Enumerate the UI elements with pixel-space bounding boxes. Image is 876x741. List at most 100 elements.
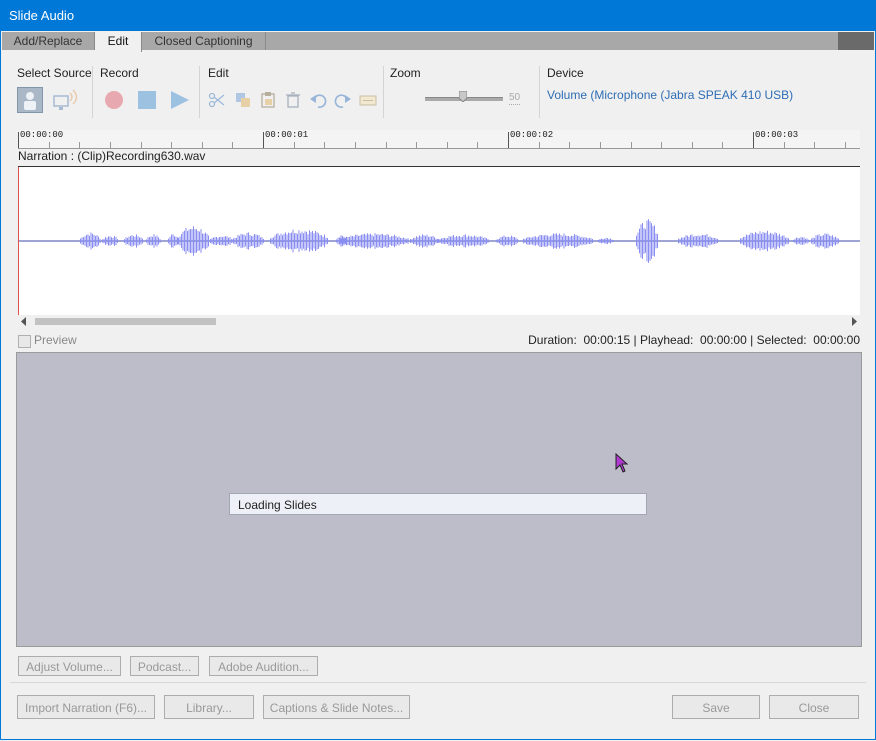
waveform-bar <box>95 235 96 247</box>
waveform-bar <box>337 237 339 245</box>
captions-slide-notes-button[interactable]: Captions & Slide Notes... <box>263 695 410 719</box>
tab-add-replace[interactable]: Add/Replace <box>2 32 95 50</box>
waveform-bar <box>310 232 312 250</box>
waveform-bar <box>688 236 690 246</box>
waveform-bar <box>155 236 156 246</box>
waveform-bar <box>562 236 563 246</box>
waveform-bar <box>472 236 474 246</box>
waveform-bar <box>420 236 422 246</box>
scroll-right-icon[interactable] <box>850 317 858 326</box>
title-bar: Slide Audio <box>0 0 876 31</box>
waveform-bar <box>117 239 118 243</box>
timeline-scrollbar[interactable] <box>18 316 860 327</box>
waveform-bar <box>836 237 838 245</box>
scrollbar-thumb[interactable] <box>35 318 216 325</box>
waveform-bar <box>613 240 614 242</box>
waveform-bar <box>679 238 681 244</box>
waveform-bar <box>242 234 243 248</box>
waveform-bar <box>474 235 475 247</box>
insert-silence-button[interactable] <box>359 91 377 109</box>
zoom-slider-thumb[interactable] <box>458 90 468 103</box>
ruler-tick <box>722 142 723 148</box>
scroll-left-icon[interactable] <box>20 317 28 326</box>
ruler-tick <box>263 132 264 148</box>
play-button[interactable] <box>169 90 191 110</box>
waveform-bar <box>124 239 125 243</box>
waveform-bar <box>568 236 569 246</box>
waveform-bar <box>374 233 376 249</box>
waveform-bar <box>394 234 395 248</box>
microphone-source-button[interactable] <box>17 87 43 113</box>
waveform-bar <box>717 239 718 243</box>
waveform-bar <box>484 237 486 245</box>
edit-label: Edit <box>208 66 229 80</box>
waveform-bar <box>758 234 759 248</box>
waveform-bar <box>783 235 785 247</box>
timeline-ruler[interactable]: 00:00:00 00:00:01 00:00:02 00:00:03 <box>18 130 860 149</box>
redo-button[interactable] <box>334 91 352 109</box>
waveform-bar <box>559 233 560 249</box>
waveform-bar <box>830 235 832 247</box>
waveform-bar <box>743 236 744 246</box>
podcast-button[interactable]: Podcast... <box>130 656 199 676</box>
waveform-bar <box>811 238 812 244</box>
waveform-bar <box>211 238 213 244</box>
duration-value: 00:00:15 <box>583 333 631 347</box>
tab-edit[interactable]: Edit <box>95 32 142 52</box>
window-title: Slide Audio <box>9 8 75 23</box>
ruler-tick <box>814 142 815 148</box>
waveform-bar <box>785 237 786 245</box>
library-button[interactable]: Library... <box>164 695 254 719</box>
record-button[interactable] <box>104 90 124 110</box>
waveform-bar <box>191 229 193 253</box>
waveform-bar <box>231 239 232 243</box>
waveform-bar <box>297 233 298 249</box>
ruler-tick <box>508 132 509 148</box>
waveform-bar <box>92 233 93 249</box>
waveform-bar <box>542 235 544 247</box>
system-audio-source-button[interactable] <box>51 87 79 113</box>
waveform-bar <box>137 236 139 246</box>
waveform-area[interactable] <box>18 166 860 315</box>
waveform-bar <box>159 238 161 244</box>
waveform-bar <box>499 238 500 244</box>
adjust-volume-button[interactable]: Adjust Volume... <box>18 656 121 676</box>
waveform-bar <box>700 235 702 247</box>
close-button[interactable]: Close <box>769 695 859 719</box>
waveform-bar <box>206 233 208 249</box>
waveform-bar <box>793 240 794 242</box>
waveform-bar <box>139 237 140 245</box>
save-button[interactable]: Save <box>672 695 760 719</box>
waveform-bar <box>777 235 779 247</box>
waveform-bar <box>99 238 101 244</box>
waveform-bar <box>352 236 353 246</box>
stop-button[interactable] <box>137 90 157 110</box>
toolbar-separator <box>199 66 200 118</box>
waveform-bar <box>81 237 83 245</box>
waveform-bar <box>454 237 456 245</box>
waveform-bar <box>388 234 389 248</box>
undo-button[interactable] <box>309 91 327 109</box>
waveform-bar <box>222 237 223 245</box>
preview-checkbox[interactable] <box>18 335 31 348</box>
waveform-bar <box>389 237 391 245</box>
waveform-bar <box>466 237 468 245</box>
waveform-bar <box>108 236 109 246</box>
waveform-bar <box>643 228 645 254</box>
waveform-bar <box>752 233 753 249</box>
paste-button[interactable] <box>259 91 277 109</box>
preview-row: Preview Duration: 00:00:15 | Playhead: 0… <box>18 333 860 349</box>
record-icon <box>105 91 123 109</box>
adobe-audition-button[interactable]: Adobe Audition... <box>209 656 318 676</box>
tab-closed-captioning[interactable]: Closed Captioning <box>142 32 266 50</box>
waveform-bar <box>380 234 382 248</box>
waveform-bar <box>246 232 248 250</box>
waveform-bar <box>457 236 459 246</box>
delete-button[interactable] <box>284 91 302 109</box>
waveform-bar <box>307 234 309 248</box>
device-link[interactable]: Volume (Microphone (Jabra SPEAK 410 USB) <box>547 88 793 102</box>
waveform-bar <box>175 236 177 246</box>
import-narration-button[interactable]: Import Narration (F6)... <box>17 695 155 719</box>
copy-button[interactable] <box>234 91 252 109</box>
cut-button[interactable] <box>208 91 226 109</box>
